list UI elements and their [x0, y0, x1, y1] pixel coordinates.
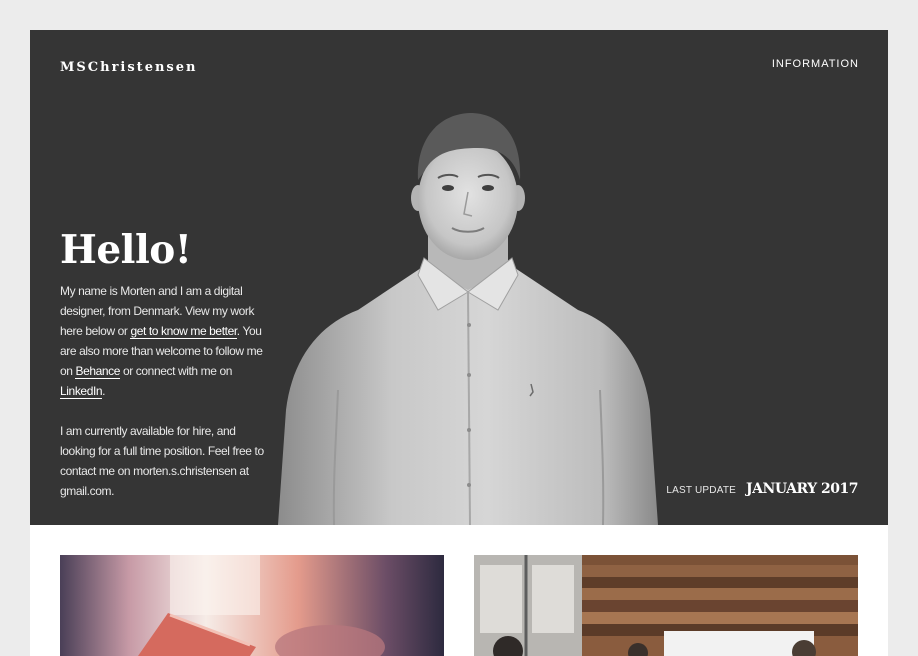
nav-information-link[interactable]: INFORMATION: [772, 58, 859, 70]
availability-paragraph: I am currently available for hire, and l…: [60, 424, 264, 498]
brand-logo[interactable]: MSChristensen: [60, 60, 197, 75]
portfolio-grid: [30, 525, 888, 656]
intro-text: or connect with me on: [120, 364, 232, 378]
project-thumbnail: [474, 555, 858, 656]
last-update-date: JANUARY 2017: [746, 481, 858, 497]
hero-greeting: Hello!: [60, 227, 192, 273]
last-update: LAST UPDATE JANUARY 2017: [666, 481, 858, 497]
intro-text-block: My name is Morten and I am a digital des…: [60, 281, 265, 521]
intro-text: .: [102, 384, 106, 398]
project-card[interactable]: [474, 555, 858, 656]
portrait-photo: [278, 113, 658, 525]
behance-link[interactable]: Behance: [75, 364, 120, 379]
linkedin-link[interactable]: LinkedIn: [60, 384, 103, 399]
project-thumbnail: [60, 555, 444, 656]
last-update-label: LAST UPDATE: [666, 485, 737, 496]
project-card[interactable]: [60, 555, 444, 656]
intro-paragraph: My name is Morten and I am a digital des…: [60, 281, 265, 401]
about-link[interactable]: get to know me better: [130, 324, 237, 339]
hero-section: MSChristensen INFORMATION Hello! My name…: [30, 30, 888, 525]
